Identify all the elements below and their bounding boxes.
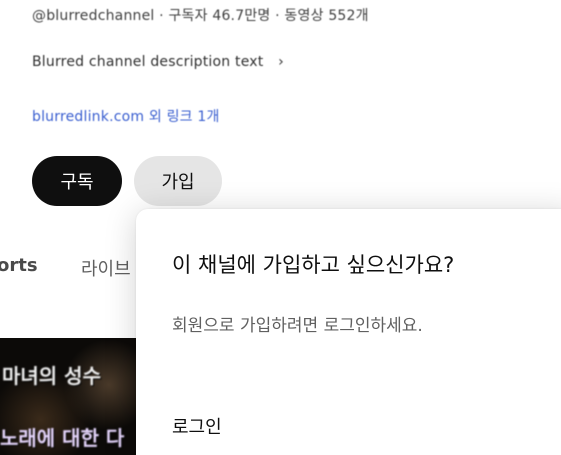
video-thumbnail[interactable]: 마녀의 성수 노래에 대한 다 (0, 338, 136, 455)
channel-description[interactable]: Blurred channel description text › (32, 54, 284, 70)
channel-link-text: blurredlink.com 외 링크 1개 (32, 109, 220, 125)
channel-handle-stats: @blurredchannel · 구독자 46.7만명 · 동영상 552개 (32, 8, 369, 24)
chevron-right-icon: › (278, 54, 284, 70)
channel-description-text: Blurred channel description text (32, 54, 264, 70)
tab-live[interactable]: 라이브 (81, 255, 131, 281)
login-link[interactable]: 로그인 (172, 413, 222, 439)
channel-links[interactable]: blurredlink.com 외 링크 1개 (32, 106, 220, 126)
subscribe-button[interactable]: 구독 (32, 156, 122, 206)
popup-title: 이 채널에 가입하고 싶으신가요? (172, 253, 455, 277)
thumbnail-caption-1: 마녀의 성수 (2, 364, 101, 388)
popup-subtitle: 회원으로 가입하려면 로그인하세요. (172, 316, 423, 336)
tab-shorts[interactable]: orts (0, 255, 38, 276)
thumbnail-caption-2: 노래에 대한 다 (0, 426, 125, 450)
join-channel-popup: 이 채널에 가입하고 싶으신가요? 회원으로 가입하려면 로그인하세요. 로그인 (136, 209, 561, 455)
join-button[interactable]: 가입 (134, 156, 222, 206)
